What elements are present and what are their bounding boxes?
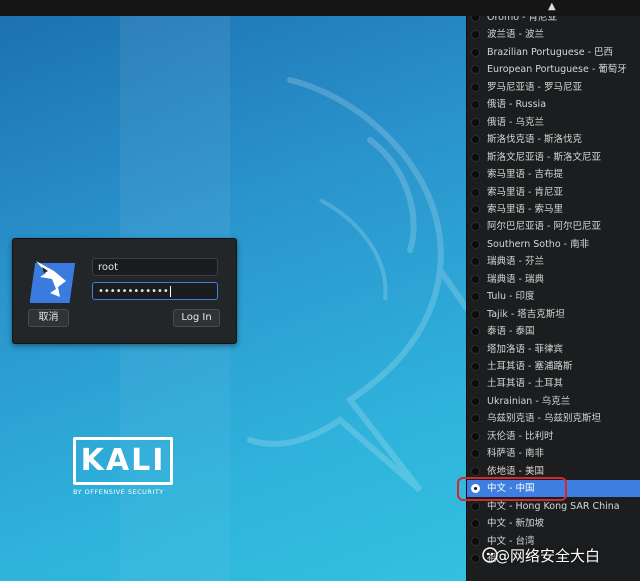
radio-icon	[471, 362, 480, 371]
language-menu-item-label: 索马里语 - 吉布提	[487, 169, 563, 180]
radio-icon	[471, 239, 480, 249]
radio-icon	[471, 274, 480, 284]
language-menu-item[interactable]: 俄语 - 乌克兰	[467, 114, 640, 131]
radio-icon	[471, 292, 480, 302]
radio-icon	[471, 222, 480, 232]
language-menu-item[interactable]: 俄语 - Russia	[467, 96, 640, 113]
radio-icon	[471, 135, 480, 145]
language-menu-item[interactable]: 塔加洛语 - 菲律宾	[467, 341, 640, 358]
language-menu-item-label: Tulu - 印度	[487, 291, 535, 303]
language-menu-item-label: 阿尔巴尼亚语 - 阿尔巴尼亚	[487, 221, 601, 233]
radio-icon	[471, 344, 480, 354]
language-menu-item[interactable]: Ukrainian - 乌克兰	[467, 393, 640, 410]
language-menu-item-label: 斯洛文尼亚语 - 斯洛文尼亚	[487, 151, 601, 163]
radio-icon	[471, 30, 480, 40]
password-field[interactable]: ••••••••••••	[92, 282, 218, 300]
language-menu-item-label: 波兰语 - 波兰	[487, 29, 544, 41]
language-menu-item-label: Southern Sotho - 南非	[487, 238, 590, 250]
language-menu-item-label: 塔加洛语 - 菲律宾	[487, 343, 563, 355]
language-menu-item-label: 中文 - 新加坡	[487, 518, 544, 529]
language-menu-item[interactable]: 乌兹别克语 - 乌兹别克斯坦	[467, 410, 640, 427]
radio-icon	[471, 519, 480, 528]
language-menu-item-label: European Portuguese - 葡萄牙	[487, 64, 627, 76]
username-value: root	[98, 262, 119, 273]
language-menu-item[interactable]: 斯洛文尼亚语 - 斯洛文尼亚	[467, 149, 640, 166]
text-caret	[169, 285, 171, 297]
language-menu-item-label: 俄语 - 乌克兰	[487, 116, 544, 128]
radio-icon	[471, 501, 480, 511]
language-menu-item[interactable]: 土耳其语 - 土耳其	[467, 375, 640, 392]
language-menu-item-label: 科萨语 - 南非	[487, 448, 544, 460]
kali-logo: KALI BY OFFENSIVE SECURITY	[73, 437, 175, 499]
language-menu-item[interactable]: 斯洛伐克语 - 斯洛伐克	[467, 131, 640, 148]
language-menu-item[interactable]: 索马里语 - 吉布提	[467, 166, 640, 183]
language-menu-item[interactable]: 索马里语 - 肯尼亚	[467, 184, 640, 201]
language-menu-item[interactable]: Brazilian Portuguese - 巴西	[467, 44, 640, 61]
language-menu-item[interactable]: 波兰语 - 波兰	[467, 26, 640, 43]
radio-icon	[471, 396, 480, 406]
radio-icon	[471, 327, 480, 337]
language-menu-item-label: 泰语 - 泰国	[487, 326, 535, 338]
language-menu-item-label: Brazilian Portuguese - 巴西	[487, 46, 614, 58]
radio-icon	[471, 117, 480, 127]
radio-icon	[471, 47, 480, 57]
radio-icon	[471, 379, 480, 389]
language-menu-item-label: 土耳其语 - 土耳其	[487, 378, 563, 390]
language-menu-item[interactable]: 土耳其语 - 塞浦路斯	[467, 358, 640, 375]
radio-icon	[471, 431, 480, 441]
language-menu-item-label: 瑞典语 - 芬兰	[487, 256, 544, 268]
language-menu-item-label: 土耳其语 - 塞浦路斯	[487, 361, 573, 372]
radio-icon	[471, 204, 480, 214]
language-menu-item[interactable]: 泰语 - 泰国	[467, 323, 640, 340]
language-menu-item[interactable]: 阿尔巴尼亚语 - 阿尔巴尼亚	[467, 218, 640, 235]
radio-icon	[471, 466, 480, 476]
radio-icon	[471, 536, 480, 546]
menu-scroll-up-icon[interactable]: ▲	[548, 1, 556, 12]
language-menu-item-label: 罗马尼亚语 - 罗马尼亚	[487, 81, 582, 93]
radio-icon	[471, 82, 480, 92]
language-menu-item-label: 瑞典语 - 瑞典	[487, 273, 544, 285]
language-menu-item-label: Tajik - 塔吉克斯坦	[487, 308, 565, 320]
username-field[interactable]: root	[92, 258, 218, 276]
language-menu-item[interactable]: 瑞典语 - 瑞典	[467, 271, 640, 288]
language-menu-item[interactable]: European Portuguese - 葡萄牙	[467, 61, 640, 78]
top-panel: ▲	[0, 0, 640, 16]
password-mask: ••••••••••••	[98, 286, 169, 297]
language-menu-item-label: 索马里语 - 索马里	[487, 203, 563, 215]
language-menu-item[interactable]: 中文 - 新加坡	[467, 515, 640, 532]
radio-icon	[471, 170, 480, 179]
language-menu-item[interactable]: 沃伦语 - 比利时	[467, 428, 640, 445]
language-menu-item[interactable]: Southern Sotho - 南非	[467, 236, 640, 253]
cancel-button[interactable]: 取消	[28, 309, 69, 327]
radio-icon	[471, 65, 480, 75]
language-menu-item[interactable]: 瑞典语 - 芬兰	[467, 253, 640, 270]
kali-tagline: BY OFFENSIVE SECURITY	[73, 488, 164, 496]
language-menu-item-label: 乌兹别克语 - 乌兹别克斯坦	[487, 413, 601, 425]
radio-icon	[471, 100, 480, 110]
kali-logo-text: KALI	[80, 443, 166, 478]
language-menu-item[interactable]: 索马里语 - 索马里	[467, 201, 640, 218]
language-menu-item[interactable]: 科萨语 - 南非	[467, 445, 640, 462]
radio-icon	[471, 553, 480, 563]
annotation-highlight-box	[457, 477, 567, 501]
language-menu-item[interactable]: Tajik - 塔吉克斯坦	[467, 306, 640, 323]
login-dialog: root •••••••••••• 取消 Log In	[12, 238, 237, 344]
radio-icon	[471, 309, 480, 319]
radio-icon	[471, 187, 480, 197]
login-button[interactable]: Log In	[173, 309, 220, 327]
radio-icon	[471, 414, 480, 424]
radio-icon	[471, 152, 480, 162]
language-menu-item-label: 索马里语 - 肯尼亚	[487, 186, 563, 198]
kali-dragon-logo-icon	[30, 261, 76, 303]
language-menu-item-label: 斯洛伐克语 - 斯洛伐克	[487, 134, 582, 146]
language-menu-item[interactable]: Tulu - 印度	[467, 288, 640, 305]
radio-icon	[471, 449, 480, 459]
watermark-text: @网络安全大白	[495, 547, 601, 565]
language-menu-item-label: 沃伦语 - 比利时	[487, 430, 554, 442]
language-menu-item-label: Ukrainian - 乌克兰	[487, 395, 571, 407]
language-menu-item[interactable]: 罗马尼亚语 - 罗马尼亚	[467, 79, 640, 96]
language-menu-item-label: 俄语 - Russia	[487, 99, 547, 111]
radio-icon	[471, 257, 480, 267]
